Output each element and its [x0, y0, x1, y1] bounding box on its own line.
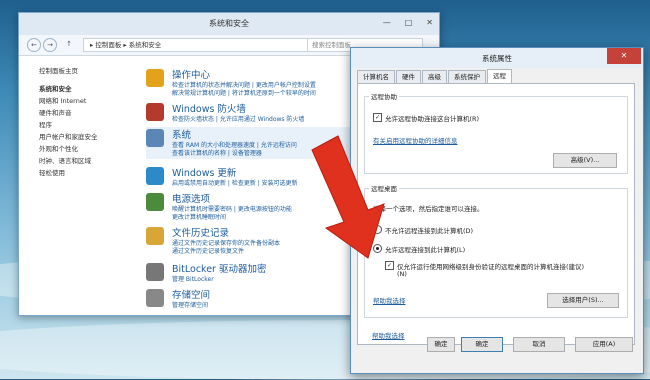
- red-arrow-icon: [311, 135, 385, 259]
